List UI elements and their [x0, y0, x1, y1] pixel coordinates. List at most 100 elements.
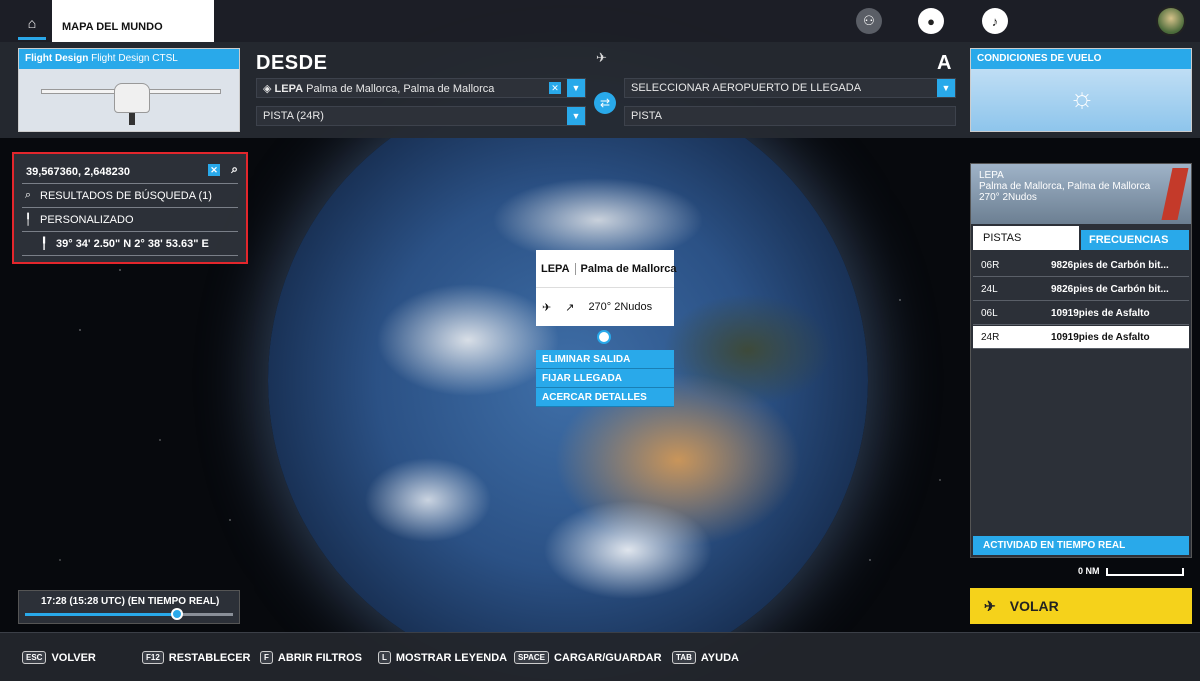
home-button[interactable]: ⌂ [18, 8, 46, 40]
aircraft-image [19, 69, 239, 131]
runway-desc: 9826pies de Carbón bit... [1051, 283, 1169, 295]
aircraft-card[interactable]: Flight Design Flight Design CTSL [18, 48, 240, 132]
arrival-runway-value: PISTA [631, 110, 662, 122]
time-panel: 17:28 (15:28 UTC) (EN TIEMPO REAL) [18, 590, 240, 624]
sun-icon: ☼ [1069, 82, 1095, 113]
swap-route-button[interactable]: ⇄ [594, 92, 616, 114]
group-icon: ⚇ [863, 13, 875, 28]
hint-back-label: VOLVER [51, 651, 96, 664]
departure-airport-field[interactable]: ◈ LEPA Palma de Mallorca, Palma de Mallo… [256, 78, 586, 98]
chevron-down-icon[interactable]: ▼ [567, 79, 585, 97]
context-menu: ELIMINAR SALIDA FIJAR LLEGADA ACERCAR DE… [536, 350, 674, 407]
zoom-details-button[interactable]: ACERCAR DETALLES [536, 388, 674, 407]
departure-airport-code: LEPA [274, 83, 304, 95]
runway-row[interactable]: 24L 9826pies de Carbón bit... [973, 278, 1189, 301]
key-f: F [260, 651, 273, 664]
pin-icon: ╿ [40, 238, 48, 250]
wind-icon: ↗ [565, 301, 575, 314]
runway-row-selected[interactable]: 24R 10919pies de Asfalto [973, 326, 1189, 349]
runway-desc: 10919pies de Asfalto [1051, 331, 1150, 343]
aircraft-title: Flight Design Flight Design CTSL [19, 49, 239, 69]
chevron-down-icon[interactable]: ▼ [567, 107, 585, 125]
custom-location-item[interactable]: ╿ PERSONALIZADO [22, 208, 238, 232]
coordinate-result-item[interactable]: ╿ 39° 34' 2.50" N 2° 38' 53.63" E [22, 232, 238, 256]
time-slider[interactable] [25, 613, 233, 616]
runway-icon: ✈ [542, 301, 552, 314]
map-scale: 0 NM [1078, 566, 1184, 576]
arrival-airport-field[interactable]: SELECCIONAR AEROPUERTO DE LLEGADA ▼ [624, 78, 956, 98]
top-bar: ⌂ MAPA DEL MUNDO ⚇ ● ♪ [0, 0, 1200, 42]
runway-id: 24R [981, 331, 1000, 343]
time-slider-handle[interactable] [171, 608, 183, 620]
clear-icon[interactable]: ✕ [549, 82, 561, 94]
airport-header: LEPA Palma de Mallorca, Palma de Mallorc… [971, 164, 1191, 224]
search-input[interactable]: 39,567360, 2,648230 ✕ ⌕ [22, 160, 238, 184]
swap-icon: ⇄ [599, 96, 611, 110]
search-results-item[interactable]: ⌕ RESULTADOS DE BÚSQUEDA (1) [22, 184, 238, 208]
runway-id: 06L [981, 307, 998, 319]
runway-row[interactable]: 06L 10919pies de Asfalto [973, 302, 1189, 325]
map-scale-bar [1105, 568, 1184, 576]
live-activity-button[interactable]: ACTIVIDAD EN TIEMPO REAL [973, 536, 1189, 555]
departure-heading: DESDE [256, 52, 328, 74]
hint-help[interactable]: TAB AYUDA [672, 651, 739, 664]
runway-row[interactable]: 06R 9826pies de Carbón bit... [973, 254, 1189, 277]
time-label: 17:28 (15:28 UTC) (EN TIEMPO REAL) [41, 596, 220, 607]
hint-load-save[interactable]: SPACE CARGAR/GUARDAR [514, 651, 662, 664]
arrival-airport-placeholder: SELECCIONAR AEROPUERTO DE LLEGADA [631, 82, 862, 94]
notifications-button[interactable]: ♪ [982, 8, 1008, 34]
chevron-down-icon[interactable]: ▼ [937, 79, 955, 97]
set-arrival-button[interactable]: FIJAR LLEGADA [536, 369, 674, 388]
takeoff-icon: ✈ [984, 597, 996, 614]
departure-runway-value: PISTA (24R) [263, 110, 324, 122]
runway-id: 24L [981, 283, 998, 295]
hint-filters[interactable]: F ABRIR FILTROS [260, 651, 362, 664]
tab-frequencies[interactable]: FRECUENCIAS [1081, 230, 1189, 250]
hint-reset[interactable]: F12 RESTABLECER [142, 651, 251, 664]
avatar[interactable] [1156, 6, 1186, 36]
fly-button[interactable]: ✈ VOLAR [970, 588, 1192, 624]
tab-world-map[interactable]: MAPA DEL MUNDO [52, 0, 214, 42]
key-space: SPACE [514, 651, 549, 664]
location-icon: ◈ [263, 83, 275, 95]
search-icon[interactable]: ⌕ [231, 162, 238, 177]
arrival-heading: A [937, 52, 952, 74]
search-panel: 39,567360, 2,648230 ✕ ⌕ ⌕ RESULTADOS DE … [12, 152, 248, 264]
route-plane-icon: ✈ [596, 50, 607, 65]
hint-help-label: AYUDA [700, 651, 739, 664]
hint-legend[interactable]: L MOSTRAR LEYENDA [378, 651, 507, 664]
flight-conditions-card[interactable]: CONDICIONES DE VUELO ☼ [970, 48, 1192, 132]
bottom-bar: ESC VOLVER F12 RESTABLECER F ABRIR FILTR… [0, 632, 1200, 681]
bell-icon: ♪ [991, 13, 999, 29]
key-tab: TAB [672, 651, 696, 664]
clear-icon[interactable]: ✕ [208, 164, 220, 176]
home-icon: ⌂ [27, 14, 37, 31]
popup-airport-name: Palma de Mallorca [580, 262, 677, 275]
runway-desc: 10919pies de Asfalto [1051, 307, 1150, 319]
hint-back[interactable]: ESC VOLVER [22, 651, 96, 664]
hint-reset-label: RESTABLECER [168, 651, 251, 664]
remove-departure-button[interactable]: ELIMINAR SALIDA [536, 350, 674, 369]
popup-airport-code: LEPA [536, 262, 576, 275]
key-l: L [378, 651, 391, 664]
map-scale-label: 0 NM [1078, 566, 1100, 576]
airport-name: Palma de Mallorca, Palma de Mallorca [979, 181, 1151, 192]
arrival-runway-field[interactable]: PISTA [624, 106, 956, 126]
runway-id: 06R [981, 259, 1000, 271]
map-location-pin[interactable] [597, 330, 611, 344]
aircraft-model: Flight Design CTSL [91, 53, 178, 64]
custom-location-label: PERSONALIZADO [40, 213, 134, 226]
friends-button[interactable]: ⚇ [856, 8, 882, 34]
key-esc: ESC [22, 651, 47, 664]
tab-runways[interactable]: PISTAS [973, 226, 1079, 250]
departure-runway-select[interactable]: PISTA (24R) ▼ [256, 106, 586, 126]
search-icon: ⌕ [24, 189, 32, 201]
aircraft-brand: Flight Design [25, 53, 89, 64]
time-slider-fill [25, 613, 179, 616]
airport-code: LEPA [979, 170, 1004, 181]
hint-legend-label: MOSTRAR LEYENDA [395, 651, 508, 664]
profile-button[interactable]: ● [918, 8, 944, 34]
airport-popup[interactable]: LEPA Palma de Mallorca ✈ ↗ 270° 2Nudos [536, 250, 677, 326]
search-input-value: 39,567360, 2,648230 [26, 165, 130, 178]
departure-airport-name: Palma de Mallorca, Palma de Mallorca [306, 83, 495, 95]
